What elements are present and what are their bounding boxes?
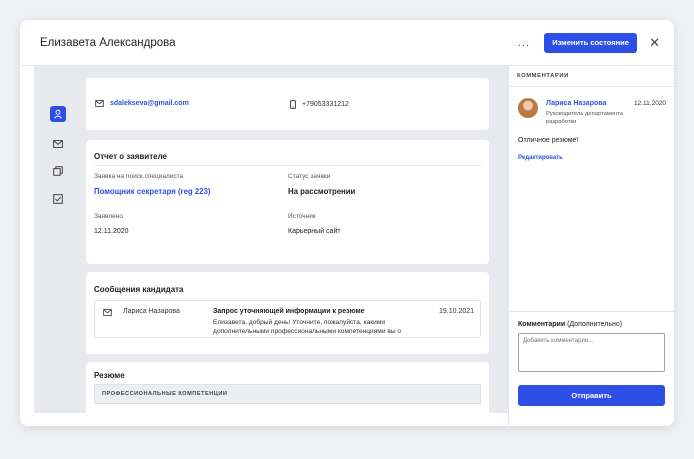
edit-comment-link[interactable]: Редактировать: [518, 155, 563, 161]
comment-author-role: Руководитель департамента разработки: [546, 111, 624, 125]
mail-icon: [95, 100, 104, 107]
contacts-card: sdalekseva@gmail.com +79053331212: [86, 78, 489, 130]
phone-contact: +79053331212: [290, 100, 349, 109]
divider: [509, 311, 674, 312]
resume-section-header[interactable]: ПРОФЕССИОНАЛЬНЫЕ КОМПЕТЕНЦИИ: [94, 384, 481, 404]
comment-form-label-optional: (Дополнительно): [565, 321, 623, 328]
mail-tab[interactable]: [50, 136, 66, 152]
comments-header: КОММЕНТАРИИ: [509, 66, 674, 87]
comment-author[interactable]: Лариса Назарова: [546, 100, 606, 107]
phone-number: +79053331212: [302, 101, 349, 108]
window-header: Елизавета Александрова ... Изменить сост…: [20, 20, 674, 66]
source-label: Источник: [288, 213, 316, 220]
close-icon[interactable]: ✕: [649, 35, 660, 51]
send-button[interactable]: Отправить: [518, 385, 665, 406]
person-icon: [54, 109, 62, 119]
status-label: Статус заявки: [288, 173, 331, 180]
left-icon-rail: [34, 66, 84, 413]
message-preview: Елизавета, добрый день! Уточните, пожалу…: [213, 319, 402, 335]
report-title: Отчет о заявителе: [94, 152, 167, 161]
message-row[interactable]: Лариса Назарова Запрос уточняющей информ…: [94, 300, 481, 338]
comment-form-label-bold: Комментарии: [518, 321, 566, 328]
profile-tab[interactable]: [50, 106, 66, 122]
avatar: [518, 98, 538, 118]
divider: [94, 165, 481, 166]
comments-panel: КОММЕНТАРИИ Лариса Назарова Руководитель…: [508, 66, 674, 426]
candidate-window: Елизавета Александрова ... Изменить сост…: [20, 20, 674, 426]
checkbox-icon: [53, 194, 63, 204]
comment-form-label: Комментарии (Дополнительно): [518, 321, 622, 328]
request-link[interactable]: Помощник секретаря (reg 223): [94, 187, 210, 196]
candidate-messages-card: Сообщения кандидата Лариса Назарова Запр…: [86, 272, 489, 354]
tasks-tab[interactable]: [50, 191, 66, 207]
message-subject: Запрос уточняющей информации к резюме: [213, 308, 365, 315]
applied-label: Заявлено: [94, 213, 123, 220]
message-date: 19.10.2021: [439, 308, 475, 315]
source-value: Карьерный сайт: [288, 228, 341, 235]
comment-date: 12.11.2020: [634, 100, 667, 107]
candidate-name-title: Елизавета Александрова: [40, 36, 176, 49]
comment-text: Отличное резюме!: [518, 137, 579, 144]
resume-card: Резюме ПРОФЕССИОНАЛЬНЫЕ КОМПЕТЕНЦИИ: [86, 362, 489, 413]
email-link[interactable]: sdalekseva@gmail.com: [110, 100, 189, 107]
message-sender: Лариса Назарова: [123, 308, 180, 315]
main-panel: sdalekseva@gmail.com +79053331212 Отчет …: [34, 66, 508, 413]
more-actions-button[interactable]: ...: [518, 37, 530, 49]
applicant-report-card: Отчет о заявителе Заявка на поиск специа…: [86, 140, 489, 264]
copy-icon: [53, 166, 63, 176]
request-label: Заявка на поиск специалиста: [94, 173, 184, 180]
mail-icon: [53, 140, 63, 148]
email-contact[interactable]: sdalekseva@gmail.com: [95, 100, 189, 107]
messages-title: Сообщения кандидата: [94, 285, 184, 294]
comment-input[interactable]: [518, 333, 665, 372]
phone-icon: [290, 100, 296, 109]
mail-icon: [103, 309, 112, 316]
resume-title: Резюме: [94, 371, 125, 380]
documents-tab[interactable]: [50, 163, 66, 179]
status-value: На рассмотрении: [288, 187, 356, 196]
applied-date: 12.11.2020: [94, 228, 129, 235]
change-state-button[interactable]: Изменить состояние: [544, 32, 638, 53]
